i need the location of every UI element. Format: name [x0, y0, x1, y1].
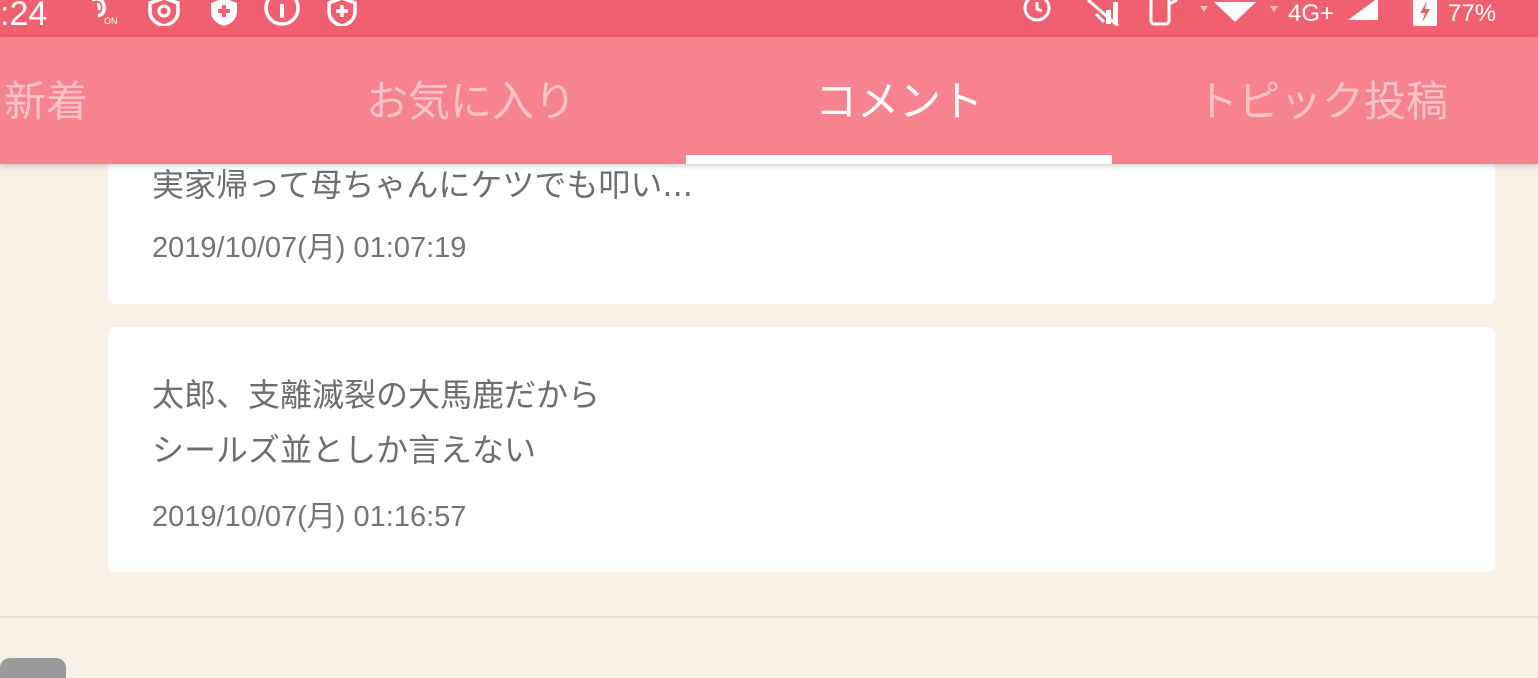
tab-comments[interactable]: コメント	[815, 37, 983, 164]
comment-date: 2019/10/07(月) 01:16:57	[152, 501, 467, 533]
status-bar: :24 ON 4G+ 77%	[0, 0, 1538, 37]
alarm-icon	[1023, 0, 1051, 22]
comment-date: 2019/10/07(月) 01:07:19	[152, 232, 467, 264]
shield-icon	[148, 0, 180, 26]
tab-new[interactable]: 新着	[4, 37, 88, 164]
tab-favorites[interactable]: お気に入り	[366, 37, 576, 164]
signal-icon	[1087, 0, 1119, 26]
wifi-icon	[1200, 2, 1256, 22]
tab-bar: 新着 お気に入り コメント トピック投稿	[0, 37, 1538, 164]
tab-topic-posts[interactable]: トピック投稿	[1196, 37, 1448, 164]
comment-card[interactable]: 太郎、支離滅裂の大馬鹿だから シールズ並としか言えない 2019/10/07(月…	[108, 327, 1495, 572]
active-tab-indicator	[686, 155, 1112, 164]
avatar	[0, 658, 66, 678]
cell-signal-icon	[1270, 6, 1278, 12]
nfc-on-icon: ON	[92, 0, 118, 26]
battery-percentage: 77%	[1448, 0, 1497, 27]
section-divider	[0, 616, 1538, 618]
shield-plus-icon	[327, 0, 357, 26]
comment-text-line: 太郎、支離滅裂の大馬鹿だから	[152, 376, 601, 414]
status-time: :24	[0, 0, 48, 33]
cell-signal-icon	[1348, 0, 1378, 20]
phone-icon	[1149, 0, 1178, 26]
comment-text: 実家帰って母ちゃんにケツでも叩い...	[152, 166, 693, 204]
network-type: 4G+	[1288, 0, 1335, 27]
comment-text-line: シールズ並としか言えない	[152, 431, 537, 469]
battery-charging-icon	[1413, 0, 1437, 26]
shield-plus-icon	[211, 0, 237, 26]
svg-text:ON: ON	[104, 16, 118, 26]
info-icon	[264, 0, 300, 26]
